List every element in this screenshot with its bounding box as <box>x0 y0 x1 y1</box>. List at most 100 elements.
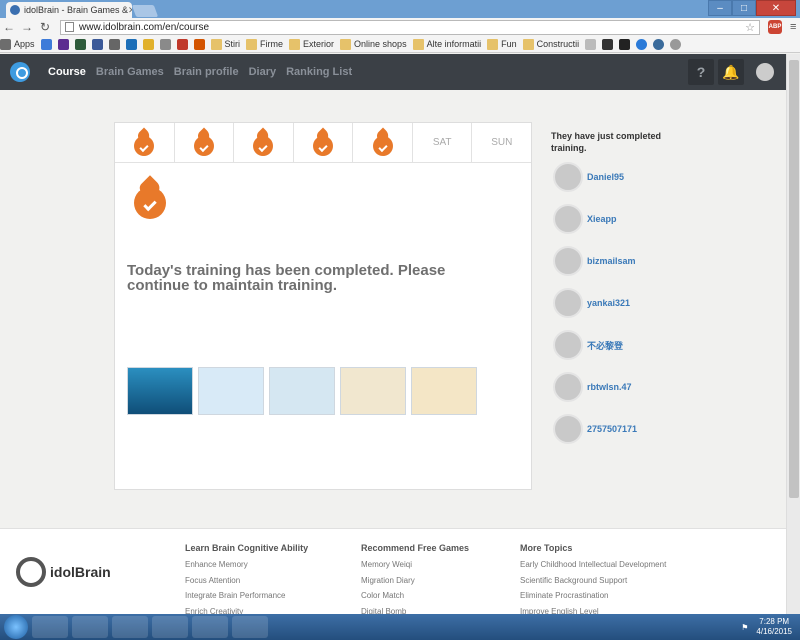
bookmark-site-icon[interactable] <box>176 38 188 50</box>
page-scrollbar[interactable] <box>786 54 800 614</box>
course-card: SAT SUN Today's training has been complet… <box>114 122 532 490</box>
windows-taskbar: ⚑ 7:28 PM 4/16/2015 <box>0 614 800 640</box>
address-bar[interactable]: www.idolbrain.com/en/course ☆ <box>60 19 760 35</box>
footer-link[interactable]: Early Childhood Intellectual Development <box>520 557 666 573</box>
main-nav: Course Brain Games Brain profile Diary R… <box>48 66 362 78</box>
bookmark-folder[interactable]: Fun <box>487 38 517 50</box>
user-row[interactable]: 2757507171 <box>553 414 637 444</box>
user-row[interactable]: rbtwlsn.47 <box>553 372 632 402</box>
close-window-button[interactable]: ✕ <box>756 0 796 16</box>
taskbar-app-icon[interactable] <box>232 616 268 638</box>
clock[interactable]: 7:28 PM 4/16/2015 <box>756 617 792 637</box>
bookmark-apps[interactable]: Apps <box>0 38 35 50</box>
taskbar-app-icon[interactable] <box>152 616 188 638</box>
bookmark-site-icon[interactable] <box>193 38 205 50</box>
bookmark-folder[interactable]: Firme <box>246 38 283 50</box>
nav-brain-profile[interactable]: Brain profile <box>174 66 239 78</box>
bookmark-site-icon[interactable] <box>57 38 69 50</box>
start-button[interactable] <box>4 615 28 639</box>
footer-link[interactable]: Scientific Background Support <box>520 573 666 589</box>
tray-flag-icon[interactable]: ⚑ <box>741 623 748 632</box>
favicon-icon <box>10 5 20 15</box>
new-tab-button[interactable] <box>131 5 159 17</box>
bookmark-site-icon[interactable] <box>159 38 171 50</box>
browser-tab[interactable]: idolBrain - Brain Games & ✕ <box>6 2 132 18</box>
bookmark-site-icon[interactable] <box>125 38 137 50</box>
bookmark-site-icon[interactable] <box>636 38 648 50</box>
user-row[interactable]: yankai321 <box>553 288 630 318</box>
footer-link[interactable]: Integrate Brain Performance <box>185 588 308 604</box>
username-link[interactable]: rbtwlsn.47 <box>587 382 632 392</box>
username-link[interactable]: Daniel95 <box>587 172 624 182</box>
week-day-6: SAT <box>413 123 473 162</box>
game-thumbnail-diary[interactable] <box>340 367 406 415</box>
username-link[interactable]: 2757507171 <box>587 424 637 434</box>
bookmark-folder[interactable]: Stiri <box>210 38 240 50</box>
taskbar-app-icon[interactable] <box>192 616 228 638</box>
game-thumbnail-puzzle[interactable] <box>411 367 477 415</box>
footer-logo[interactable]: idolBrain <box>16 557 111 587</box>
help-button[interactable]: ? <box>688 59 714 85</box>
completed-flame-icon <box>133 175 167 219</box>
completed-flame-icon <box>312 127 334 156</box>
bookmark-folder[interactable]: Alte informatii <box>412 38 481 50</box>
bookmark-site-icon[interactable] <box>585 38 597 50</box>
footer-link[interactable]: Memory Weiqi <box>361 557 469 573</box>
user-avatar-icon <box>553 330 583 360</box>
site-icon <box>653 38 665 50</box>
adblock-icon[interactable]: ABP <box>768 20 782 34</box>
taskbar-explorer-icon[interactable] <box>72 616 108 638</box>
footer-link[interactable]: Color Match <box>361 588 469 604</box>
week-progress: SAT SUN <box>115 123 531 163</box>
taskbar-nvidia-icon[interactable] <box>112 616 148 638</box>
footer-link[interactable]: Enhance Memory <box>185 557 308 573</box>
user-row[interactable]: 不必黎登 <box>553 330 623 360</box>
facebook-icon <box>91 38 103 50</box>
folder-icon <box>522 38 534 50</box>
clock-time: 7:28 PM <box>759 617 790 626</box>
taskbar-chrome-icon[interactable] <box>32 616 68 638</box>
menu-icon[interactable]: ≡ <box>790 21 796 33</box>
footer-heading: Learn Brain Cognitive Ability <box>185 543 309 553</box>
bookmark-site-icon[interactable] <box>40 38 52 50</box>
bookmark-site-icon[interactable] <box>653 38 665 50</box>
idolbrain-logo-icon[interactable] <box>10 62 30 82</box>
bookmark-site-icon[interactable] <box>619 38 631 50</box>
nav-ranking-list[interactable]: Ranking List <box>286 66 352 78</box>
reload-icon[interactable]: ↻ <box>36 20 54 34</box>
bookmark-star-icon[interactable]: ☆ <box>745 21 755 34</box>
bookmark-site-icon[interactable] <box>670 38 682 50</box>
footer-link[interactable]: Focus Attention <box>185 573 308 589</box>
username-link[interactable]: yankai321 <box>587 298 630 308</box>
notification-bell-icon[interactable]: 🔔 <box>718 59 744 85</box>
username-link[interactable]: Xieapp <box>587 214 617 224</box>
bookmark-site-icon[interactable] <box>602 38 614 50</box>
forward-icon[interactable]: → <box>18 20 36 34</box>
bookmark-folder[interactable]: Online shops <box>340 38 407 50</box>
maximize-button[interactable]: □ <box>732 0 756 16</box>
scrollbar-thumb[interactable] <box>789 60 799 498</box>
username-link[interactable]: bizmailsam <box>587 256 636 266</box>
nav-diary[interactable]: Diary <box>249 66 277 78</box>
user-row[interactable]: Daniel95 <box>553 162 624 192</box>
nav-course[interactable]: Course <box>48 66 86 78</box>
bookmark-site-icon[interactable] <box>142 38 154 50</box>
user-avatar[interactable] <box>752 59 778 85</box>
bookmark-folder[interactable]: Constructii <box>522 38 579 50</box>
bookmark-site-icon[interactable] <box>108 38 120 50</box>
game-thumbnail-weiqi[interactable] <box>269 367 335 415</box>
bookmark-folder[interactable]: Exterior <box>289 38 334 50</box>
footer-link[interactable]: Eliminate Procrastination <box>520 588 666 604</box>
back-icon[interactable]: ← <box>0 20 18 34</box>
username-link[interactable]: 不必黎登 <box>587 339 623 352</box>
game-thumbnail-fish[interactable] <box>127 367 193 415</box>
nav-brain-games[interactable]: Brain Games <box>96 66 164 78</box>
user-row[interactable]: Xieapp <box>553 204 617 234</box>
footer-link[interactable]: Migration Diary <box>361 573 469 589</box>
bookmark-site-icon[interactable] <box>74 38 86 50</box>
footer-heading: Recommend Free Games <box>361 543 470 553</box>
bookmark-site-icon[interactable] <box>91 38 103 50</box>
user-row[interactable]: bizmailsam <box>553 246 636 276</box>
game-thumbnail-cards[interactable] <box>198 367 264 415</box>
minimize-button[interactable]: – <box>708 0 732 16</box>
